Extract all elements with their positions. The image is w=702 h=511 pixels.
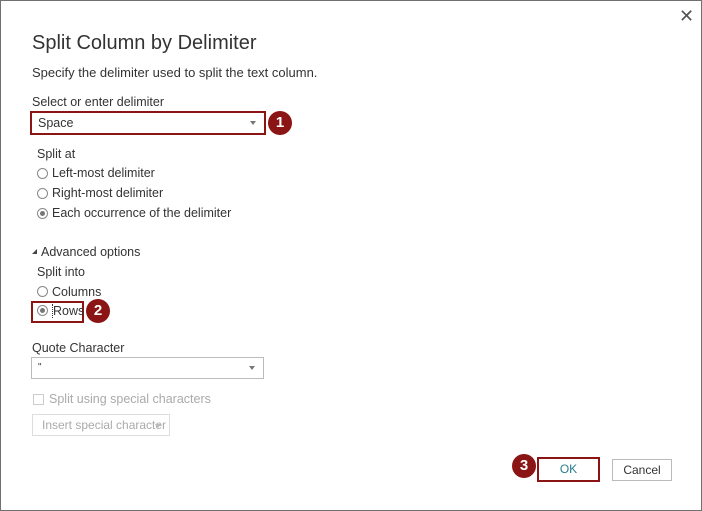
quote-character-label: Quote Character [32, 341, 125, 355]
ok-button[interactable]: OK [537, 457, 600, 482]
right-most-label[interactable]: Right-most delimiter [52, 186, 163, 200]
radio-columns[interactable] [37, 286, 48, 297]
rows-label[interactable]: Rows [52, 304, 84, 318]
columns-label[interactable]: Columns [52, 285, 101, 299]
advanced-options-toggle[interactable]: Advanced options [41, 245, 140, 259]
each-occurrence-label[interactable]: Each occurrence of the delimiter [52, 206, 231, 220]
radio-each-occurrence[interactable] [37, 208, 48, 219]
special-characters-checkbox[interactable] [33, 394, 44, 405]
special-characters-label: Split using special characters [49, 392, 211, 406]
radio-right-most[interactable] [37, 188, 48, 199]
cancel-button[interactable]: Cancel [612, 459, 672, 481]
chevron-down-icon [249, 366, 255, 370]
split-column-dialog: ✕ Split Column by Delimiter Specify the … [0, 0, 702, 511]
annotation-badge-3: 3 [512, 454, 536, 478]
radio-rows[interactable] [37, 305, 48, 316]
delimiter-value: Space [38, 116, 74, 130]
chevron-down-icon [250, 121, 256, 125]
radio-left-most[interactable] [37, 168, 48, 179]
chevron-down-icon [155, 424, 161, 428]
split-at-label: Split at [37, 147, 76, 161]
insert-special-character-label: Insert special character [42, 418, 167, 432]
close-icon[interactable]: ✕ [679, 6, 694, 27]
dialog-title: Split Column by Delimiter [32, 32, 257, 54]
quote-character-dropdown[interactable]: " [31, 357, 264, 379]
delimiter-dropdown[interactable]: Space [30, 111, 266, 135]
annotation-badge-1: 1 [268, 111, 292, 135]
split-into-label: Split into [37, 265, 85, 279]
left-most-label[interactable]: Left-most delimiter [52, 166, 155, 180]
quote-character-value: " [38, 362, 42, 373]
triangle-expanded-icon[interactable] [32, 249, 37, 254]
insert-special-character-button[interactable]: Insert special character [32, 414, 170, 436]
dialog-subtitle: Specify the delimiter used to split the … [32, 65, 318, 80]
delimiter-label: Select or enter delimiter [32, 95, 165, 109]
annotation-badge-2: 2 [86, 299, 110, 323]
